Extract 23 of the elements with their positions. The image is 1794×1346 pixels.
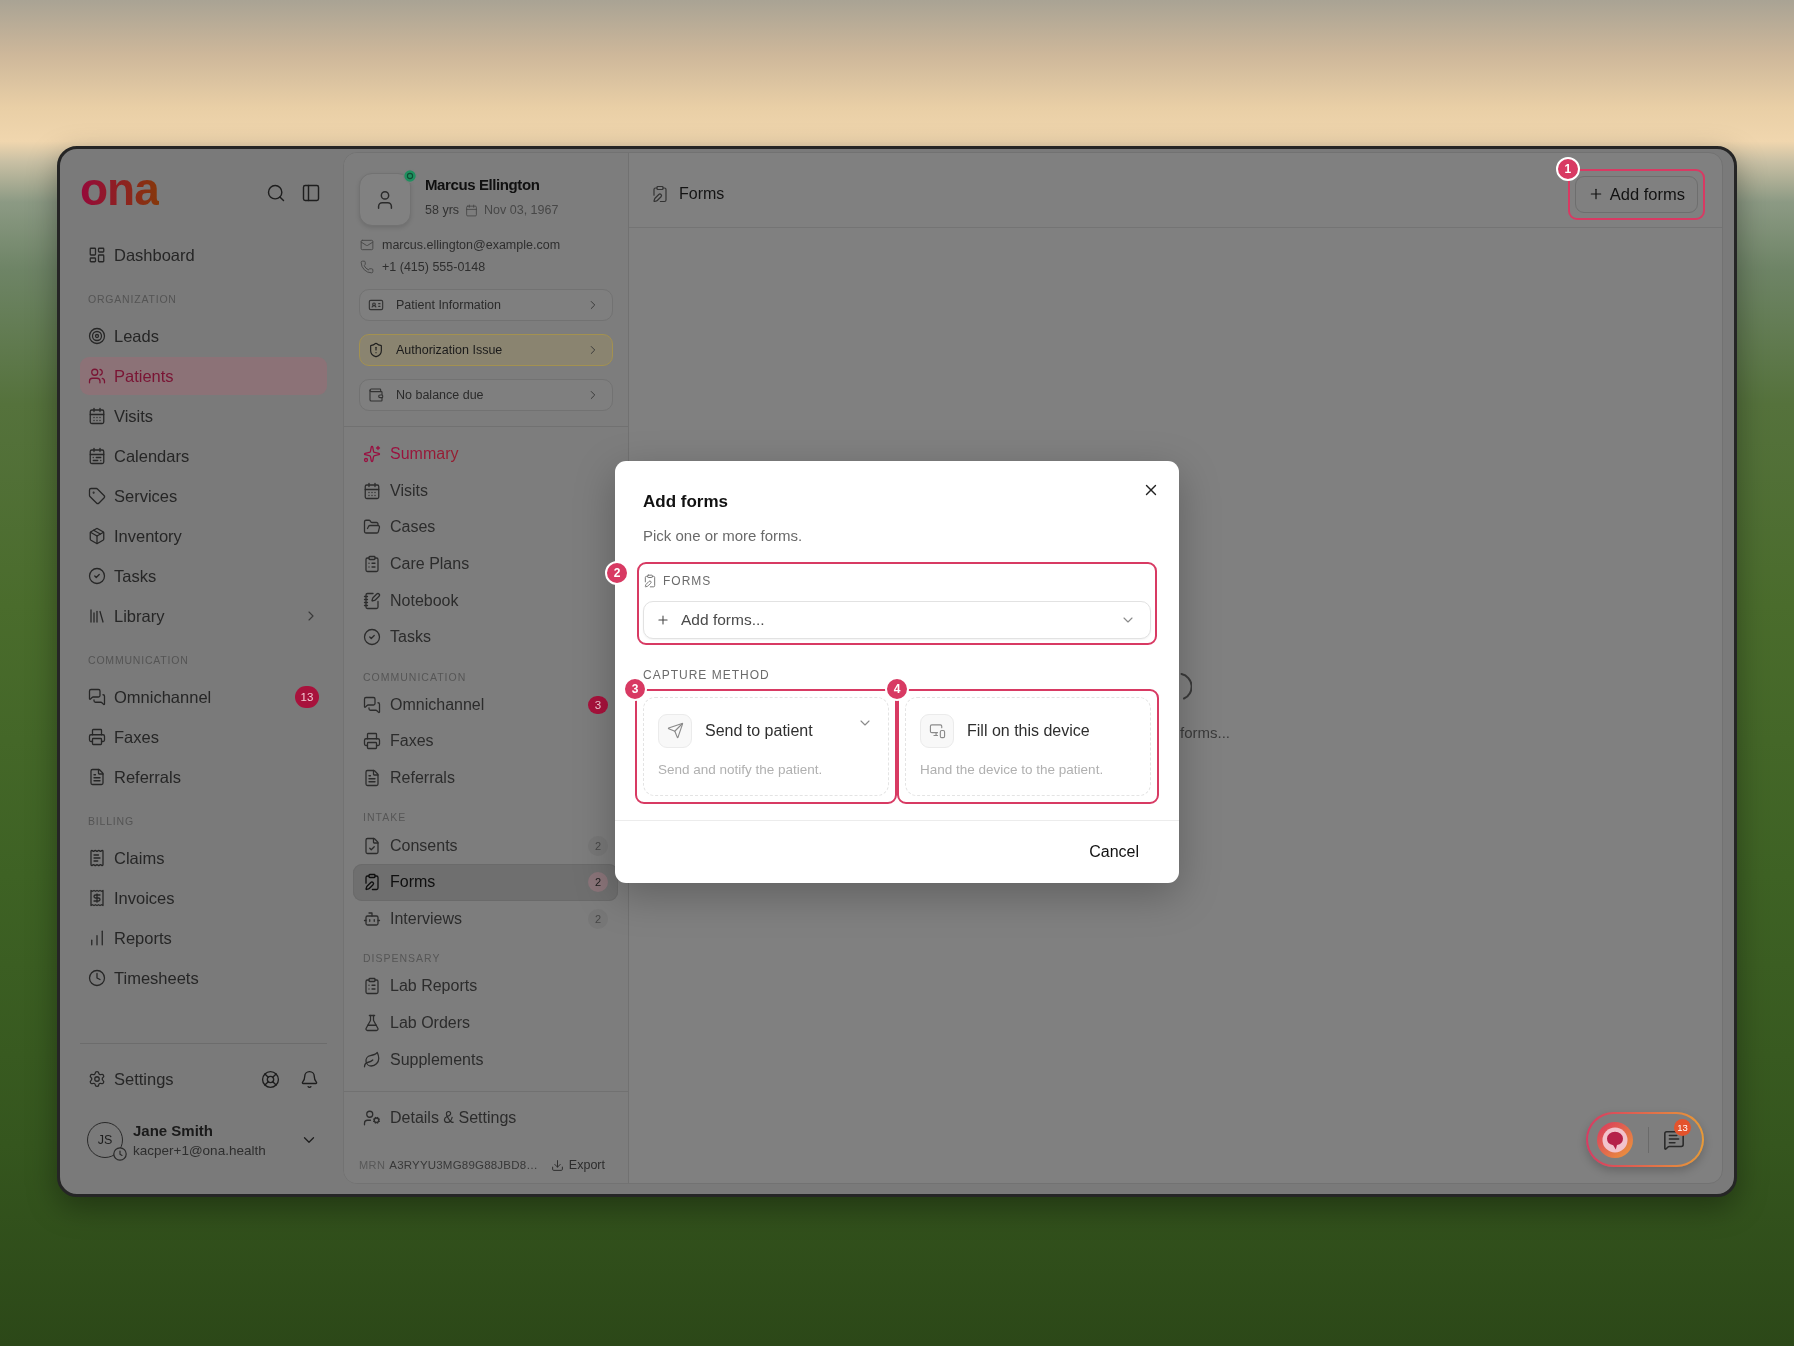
patient-name: Marcus Ellington [425,176,541,194]
option-description: Send and notify the patient. [658,760,824,779]
field-label: FORMS [663,574,712,587]
user-name: Jane Smith [133,1121,215,1140]
patient-email: marcus.ellington@example.com [382,237,561,254]
dialog-subtitle: Pick one or more forms. [643,525,804,546]
page-title: Forms [679,185,725,203]
user-email: kacper+1@ona.health [133,1141,267,1159]
patient-phone: +1 (415) 555-0148 [382,259,486,276]
unread-count-badge: 13 [1674,1118,1691,1136]
patient-age: 58 yrs [425,202,460,218]
option-title: Send to patient [705,721,814,740]
loading-status-text: forms... [1180,724,1230,741]
unread-count-badge: 3 [588,695,608,714]
step-number-badge: 1 [1555,156,1580,181]
unread-count-badge: 13 [295,686,319,708]
option-title: Fill on this device [967,721,1091,740]
dialog-title: Add forms [643,490,729,513]
count-badge: 2 [588,872,608,893]
mrn-value: A3RYYU3MG89G88JBD8… [389,1159,538,1171]
step-number-badge: 2 [605,560,629,585]
step-number-badge: 4 [885,676,909,701]
option-description: Hand the device to the patient. [920,760,1105,779]
